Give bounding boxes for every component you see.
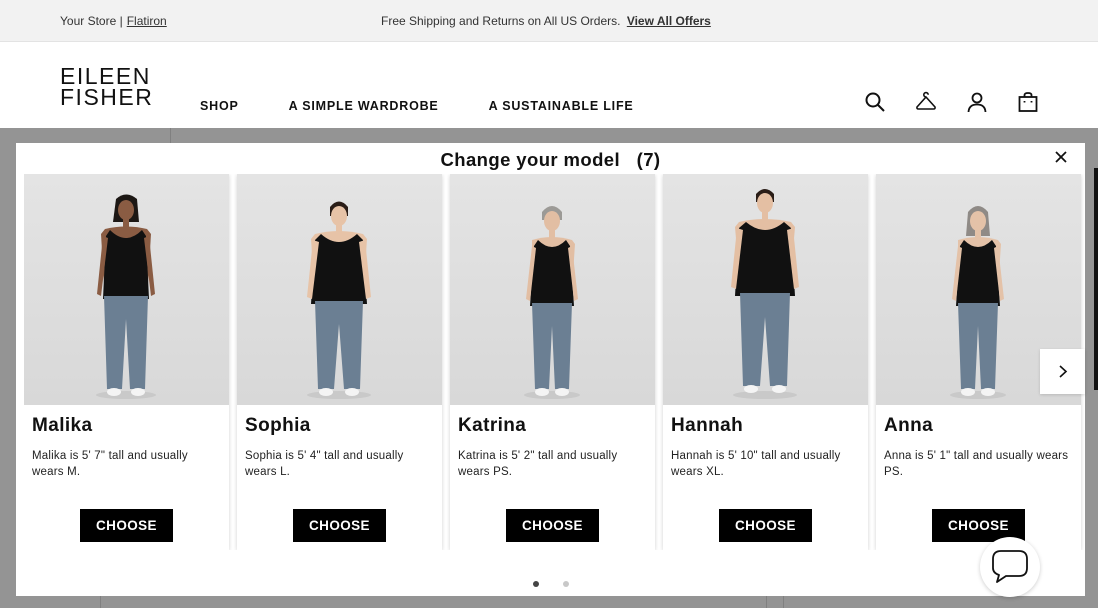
model-figure	[307, 201, 371, 399]
model-name: Anna	[884, 415, 934, 436]
close-icon[interactable]	[1053, 149, 1069, 165]
model-card-malika: Malika Malika is 5' 7" tall and usually …	[24, 174, 229, 550]
brand-logo[interactable]: EILEEN FISHER	[60, 65, 154, 110]
model-description: Sophia is 5' 4" tall and usually wears L…	[245, 450, 404, 478]
pagination-dot-2[interactable]	[562, 581, 569, 587]
model-photo	[237, 174, 442, 405]
model-description: Katrina is 5' 2" tall and usually wears …	[458, 450, 618, 478]
logo-line-2: FISHER	[60, 84, 154, 110]
model-figure	[96, 194, 156, 399]
view-offers-link[interactable]: View All Offers	[627, 14, 711, 28]
store-link[interactable]: Flatiron	[127, 14, 167, 28]
store-label: Your Store |	[60, 14, 123, 28]
modal-title: Change your model (7)	[440, 149, 661, 170]
carousel-pagination	[16, 581, 1085, 587]
model-description: Hannah is 5' 10" tall and usually wears …	[671, 450, 841, 478]
model-description: Anna is 5' 1" tall and usually wears PS.	[884, 450, 1069, 478]
nav-sustainable-life[interactable]: A SUSTAINABLE LIFE	[489, 99, 634, 113]
model-photo	[24, 174, 229, 405]
choose-button[interactable]: CHOOSE	[293, 509, 386, 542]
nav-simple-wardrobe[interactable]: A SIMPLE WARDROBE	[289, 99, 439, 113]
choose-button[interactable]: CHOOSE	[506, 509, 599, 542]
nav-shop[interactable]: SHOP	[200, 99, 239, 113]
model-card-sophia: Sophia Sophia is 5' 4" tall and usually …	[237, 174, 442, 550]
model-name: Hannah	[671, 415, 744, 436]
model-carousel: Malika Malika is 5' 7" tall and usually …	[24, 174, 1085, 550]
search-icon[interactable]	[864, 91, 886, 113]
model-photo	[450, 174, 655, 405]
hanger-icon[interactable]	[915, 91, 937, 113]
model-name: Malika	[32, 415, 93, 436]
model-photo	[663, 174, 868, 405]
shipping-message: Free Shipping and Returns on All US Orde…	[381, 14, 711, 28]
model-figure	[731, 189, 799, 399]
chat-bubble-icon	[992, 550, 1028, 583]
main-nav: SHOP A SIMPLE WARDROBE A SUSTAINABLE LIF…	[200, 99, 634, 113]
header-icons	[864, 91, 1039, 113]
scrollbar[interactable]	[1094, 168, 1098, 390]
model-figure	[524, 206, 580, 399]
chevron-right-icon	[1059, 365, 1068, 378]
account-icon[interactable]	[966, 91, 988, 113]
carousel-next-button[interactable]	[1040, 349, 1085, 394]
promo-bar: Your Store | Flatiron Free Shipping and R…	[0, 0, 1098, 42]
model-name: Katrina	[458, 415, 527, 436]
store-info: Your Store | Flatiron	[60, 14, 167, 28]
model-card-katrina: Katrina Katrina is 5' 2" tall and usuall…	[450, 174, 655, 550]
choose-button[interactable]: CHOOSE	[80, 509, 173, 542]
chat-button[interactable]	[980, 537, 1040, 597]
choose-button[interactable]: CHOOSE	[719, 509, 812, 542]
model-name: Sophia	[245, 415, 311, 436]
model-description: Malika is 5' 7" tall and usually wears M…	[32, 450, 188, 478]
bag-icon[interactable]	[1017, 91, 1039, 113]
model-card-hannah: Hannah Hannah is 5' 10" tall and usually…	[663, 174, 868, 550]
pagination-dot-1[interactable]	[532, 581, 539, 587]
shipping-text: Free Shipping and Returns on All US Orde…	[381, 14, 621, 28]
site-header: EILEEN FISHER SHOP A SIMPLE WARDROBE A S…	[0, 42, 1098, 128]
change-model-modal: Change your model (7) Malika Malika is 5…	[16, 143, 1085, 596]
